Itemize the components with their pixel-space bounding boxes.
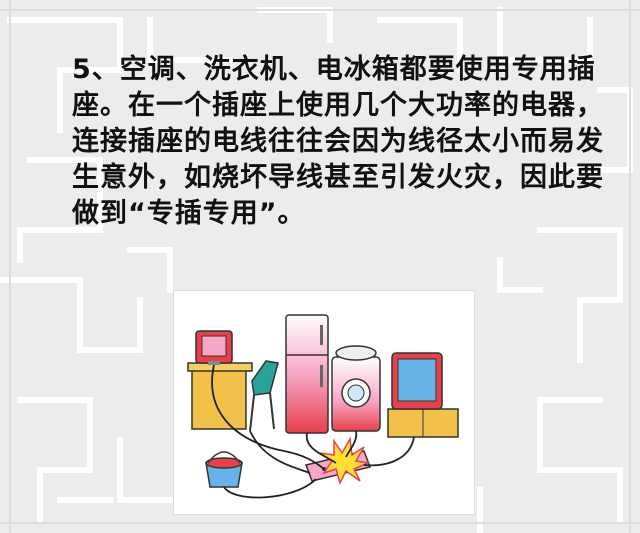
bucket-icon: [205, 451, 243, 488]
text-line-5: 做到“专插专用”。: [72, 198, 306, 229]
text-line-2: 座。在一个插座上使用几个大功率的电器，: [72, 90, 604, 121]
computer-icon: [195, 330, 233, 365]
main-text: 5、空调、洗衣机、电冰箱都要使用专用插 座。在一个插座上使用几个大功率的电器， …: [72, 52, 604, 232]
chair-icon: [249, 360, 279, 432]
refrigerator-icon: [285, 314, 329, 434]
washing-machine-icon: [331, 345, 381, 432]
tv-cabinet-icon: [387, 408, 459, 438]
text-line-3: 连接插座的电线往往会因为线径太小而易发: [72, 126, 604, 157]
appliance-illustration: [173, 290, 475, 515]
text-line-1: 5、空调、洗衣机、电冰箱都要使用专用插: [72, 54, 596, 85]
desk-icon: [187, 362, 253, 430]
television-icon: [391, 352, 443, 410]
text-line-4: 生意外，如烧坏导线甚至引发火灾，因此要: [72, 162, 604, 193]
